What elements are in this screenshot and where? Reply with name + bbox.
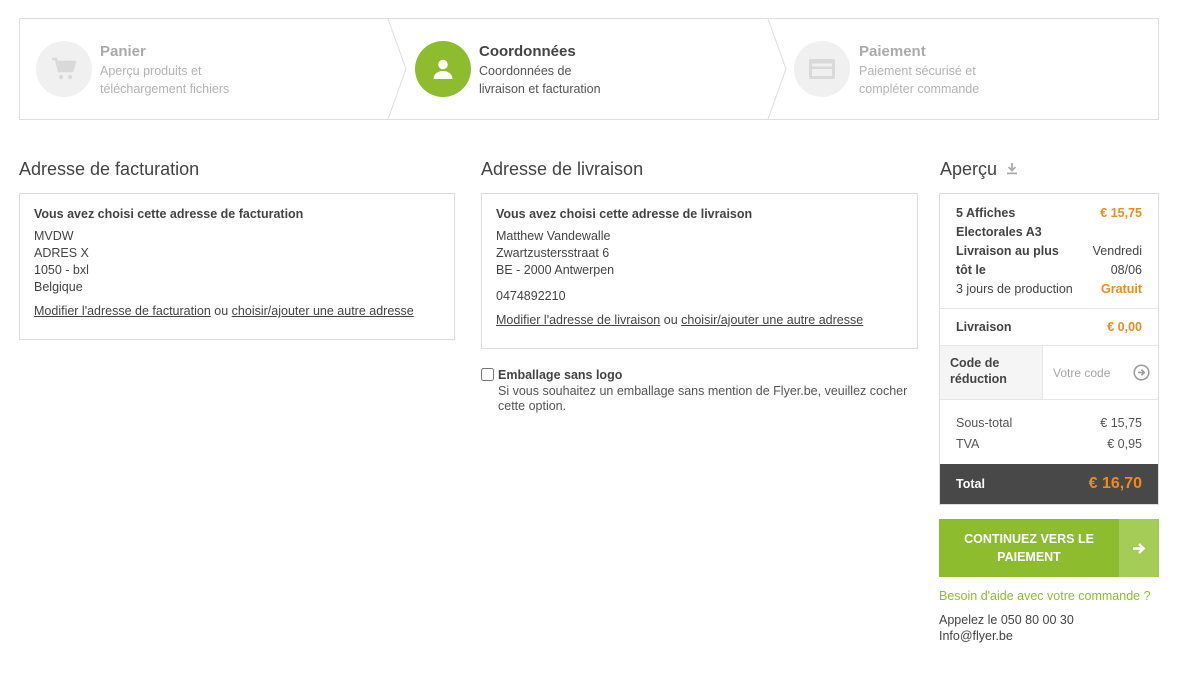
delivery-asap-label: Livraison au plus tôt le xyxy=(956,244,1059,277)
discount-code-row: Code de réduction xyxy=(940,346,1158,400)
or-text: ou xyxy=(214,304,229,318)
step-desc-line: compléter commande xyxy=(859,82,980,96)
discount-code-field xyxy=(1043,346,1158,399)
step-description: Paiement sécurisé et compléter commande xyxy=(859,62,979,98)
step-desc-line: Paiement sécurisé et xyxy=(859,64,976,78)
arrow-circle-right-icon[interactable] xyxy=(1133,364,1150,381)
shipping-label: Livraison xyxy=(956,320,1012,334)
step-desc-line: livraison et facturation xyxy=(479,82,601,96)
help-contact: Appelez le 050 80 00 30 Info@flyer.be xyxy=(939,612,1074,644)
tax-value: € 0,95 xyxy=(1107,437,1142,451)
step-desc-line: Aperçu produits et xyxy=(100,64,202,78)
or-text: ou xyxy=(663,313,678,327)
modify-billing-link[interactable]: Modifier l'adresse de facturation xyxy=(34,304,211,318)
subtotal-row: Sous-total € 15,75 xyxy=(956,413,1142,434)
step-title: Paiement xyxy=(859,43,926,60)
summary-product-block: 5 Affiches Electorales A3 € 15,75 Livrai… xyxy=(940,194,1158,309)
production-row: 3 jours de production Gratuit xyxy=(956,280,1142,299)
shipping-price: € 0,00 xyxy=(1107,320,1142,334)
discount-code-label: Code de réduction xyxy=(940,346,1043,399)
order-summary: 5 Affiches Electorales A3 € 15,75 Livrai… xyxy=(939,193,1159,505)
step-desc-line: téléchargement fichiers xyxy=(100,82,230,96)
arrow-right-icon xyxy=(1119,519,1159,577)
delivery-date-row: Livraison au plus tôt le Vendredi 08/06 xyxy=(956,242,1142,280)
step-description: Coordonnées de livraison et facturation xyxy=(479,62,601,98)
packaging-label[interactable]: Emballage sans logo xyxy=(498,368,622,382)
modify-delivery-link[interactable]: Modifier l'adresse de livraison xyxy=(496,313,660,327)
production-price: Gratuit xyxy=(1101,282,1142,296)
total-value: € 16,70 xyxy=(1088,475,1142,492)
packaging-description: Si vous souhaitez un emballage sans ment… xyxy=(498,384,918,414)
billing-title: Adresse de facturation xyxy=(19,159,200,179)
help-phone: Appelez le 050 80 00 30 xyxy=(939,613,1074,627)
billing-address-line: ADRES X xyxy=(34,246,89,260)
billing-address-line: MVDW xyxy=(34,229,74,243)
production-label: 3 jours de production xyxy=(956,282,1073,296)
billing-links: Modifier l'adresse de facturation ou cho… xyxy=(34,303,440,320)
download-icon[interactable] xyxy=(1006,162,1018,175)
delivery-title: Adresse de livraison xyxy=(481,159,644,179)
choose-delivery-address-link[interactable]: choisir/ajouter une autre adresse xyxy=(681,313,863,327)
product-price: € 15,75 xyxy=(1100,206,1142,220)
total-label: Total xyxy=(956,477,985,491)
step-description: Aperçu produits et téléchargement fichie… xyxy=(100,62,229,98)
billing-address-line: Belgique xyxy=(34,280,83,294)
packaging-desc-line: Si vous souhaitez un emballage sans ment… xyxy=(498,384,908,398)
subtotal-label: Sous-total xyxy=(956,416,1013,430)
billing-box-heading: Vous avez choisi cette adresse de factur… xyxy=(34,207,304,221)
credit-card-icon xyxy=(794,41,850,97)
step-payment[interactable]: Paiement Paiement sécurisé et compléter … xyxy=(794,19,1154,119)
step-separator xyxy=(387,19,407,119)
help-email[interactable]: Info@flyer.be xyxy=(939,628,1074,644)
billing-address-box: Vous avez choisi cette adresse de factur… xyxy=(19,193,455,340)
product-name: 5 Affiches Electorales A3 xyxy=(956,206,1042,239)
continue-button-label: CONTINUEZ VERS LE PAIEMENT xyxy=(964,532,1094,564)
tax-label: TVA xyxy=(956,437,980,451)
billing-address-line: 1050 - bxl xyxy=(34,263,89,277)
summary-title: Aperçu xyxy=(940,159,1018,180)
shipping-row: Livraison € 0,00 xyxy=(940,309,1158,346)
step-coordinates[interactable]: Coordonnées Coordonnées de livraison et … xyxy=(415,19,775,119)
summary-title-text: Aperçu xyxy=(940,159,998,179)
tax-row: TVA € 0,95 xyxy=(956,434,1142,455)
delivery-box-heading: Vous avez choisi cette adresse de livrai… xyxy=(496,207,753,221)
delivery-address-line: BE - 2000 Antwerpen xyxy=(496,263,615,277)
continue-to-payment-button[interactable]: CONTINUEZ VERS LE PAIEMENT xyxy=(939,519,1159,577)
checkout-steps: Panier Aperçu produits et téléchargement… xyxy=(19,18,1159,120)
product-row: 5 Affiches Electorales A3 € 15,75 xyxy=(956,204,1142,242)
cart-icon xyxy=(36,41,92,97)
subtotals-block: Sous-total € 15,75 TVA € 0,95 xyxy=(940,400,1158,464)
packaging-checkbox[interactable] xyxy=(481,368,494,381)
help-link[interactable]: Besoin d'aide avec votre commande ? xyxy=(939,589,1151,603)
subtotal-value: € 15,75 xyxy=(1100,416,1142,430)
step-title: Panier xyxy=(100,43,146,60)
delivery-links: Modifier l'adresse de livraison ou chois… xyxy=(496,312,903,329)
discount-code-input[interactable] xyxy=(1053,365,1133,380)
delivery-address-line: Matthew Vandewalle xyxy=(496,229,611,243)
packaging-desc-line: cette option. xyxy=(498,399,567,413)
step-desc-line: Coordonnées de xyxy=(479,64,572,78)
choose-billing-address-link[interactable]: choisir/ajouter une autre adresse xyxy=(232,304,414,318)
step-cart[interactable]: Panier Aperçu produits et téléchargement… xyxy=(20,19,380,119)
delivery-address-box: Vous avez choisi cette adresse de livrai… xyxy=(481,193,918,349)
step-title: Coordonnées xyxy=(479,43,576,60)
delivery-date-value: Vendredi 08/06 xyxy=(1092,244,1142,277)
total-row: Total € 16,70 xyxy=(940,464,1158,504)
delivery-address-line: Zwartzustersstraat 6 xyxy=(496,246,610,260)
delivery-phone: 0474892210 xyxy=(496,289,566,303)
user-icon xyxy=(415,41,471,97)
